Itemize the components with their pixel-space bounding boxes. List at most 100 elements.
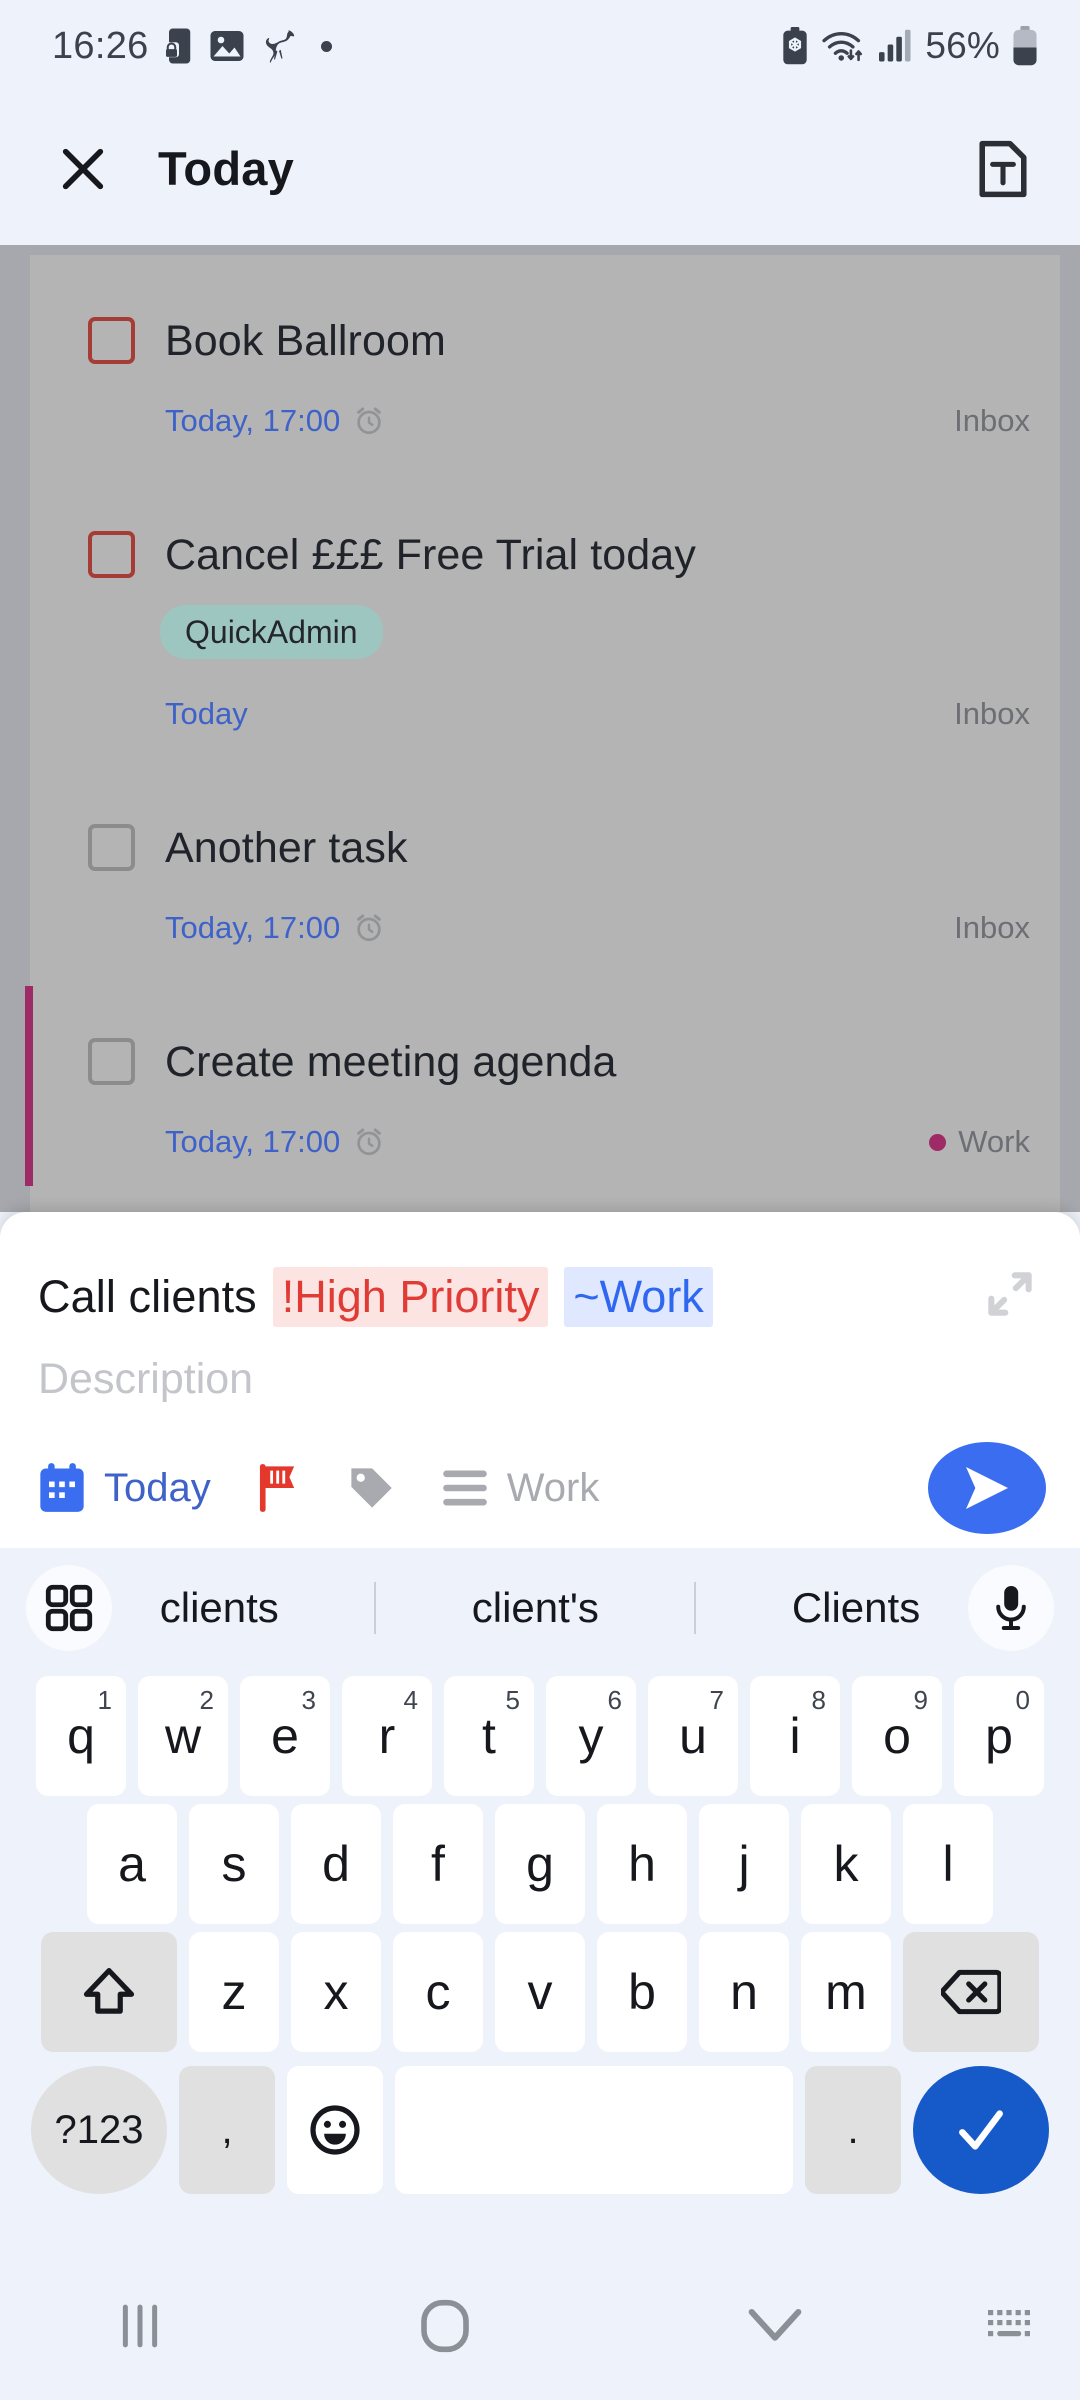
- horse-icon: [265, 30, 294, 63]
- shift-key[interactable]: [41, 1932, 177, 2052]
- key-r[interactable]: r4: [342, 1676, 432, 1796]
- due-date-button[interactable]: Today: [38, 1462, 211, 1514]
- key-a[interactable]: a: [87, 1804, 177, 1924]
- key-c[interactable]: c: [393, 1932, 483, 2052]
- task-checkbox[interactable]: [88, 1038, 135, 1085]
- task-row[interactable]: Another task Today, 17:00 Inbox: [30, 762, 1060, 976]
- shift-icon: [83, 1968, 135, 2014]
- close-button[interactable]: [48, 134, 118, 204]
- period-key[interactable]: .: [805, 2066, 901, 2194]
- status-time: 16:26: [52, 24, 149, 67]
- task-label-text: QuickAdmin: [160, 605, 383, 659]
- send-icon: [966, 1467, 1008, 1509]
- task-project-color-bar: [25, 986, 33, 1186]
- space-key[interactable]: [395, 2066, 793, 2194]
- suggestion-item[interactable]: clients: [160, 1584, 279, 1632]
- backspace-key[interactable]: [903, 1932, 1039, 2052]
- key-u[interactable]: u7: [648, 1676, 738, 1796]
- key-v[interactable]: v: [495, 1932, 585, 2052]
- quick-add-title-row[interactable]: Call clients !High Priority ~Work: [0, 1212, 1080, 1327]
- image-icon: [210, 31, 244, 61]
- hide-keyboard-button[interactable]: [610, 2306, 940, 2346]
- task-checkbox[interactable]: [88, 317, 135, 364]
- symbols-key[interactable]: ?123: [31, 2066, 167, 2194]
- home-button[interactable]: [280, 2298, 610, 2354]
- microphone-button[interactable]: [968, 1565, 1054, 1651]
- task-project-label: Inbox: [954, 910, 1030, 945]
- enter-key[interactable]: [913, 2066, 1049, 2194]
- description-input[interactable]: Description: [0, 1327, 1080, 1404]
- key-t[interactable]: t5: [444, 1676, 534, 1796]
- key-q[interactable]: q1: [36, 1676, 126, 1796]
- key-i[interactable]: i8: [750, 1676, 840, 1796]
- key-o[interactable]: o9: [852, 1676, 942, 1796]
- suggestion-divider: [694, 1582, 697, 1634]
- recents-button[interactable]: [0, 2302, 280, 2350]
- task-list-scrim: Book Ballroom Today, 17:00 Inbox Cancel …: [0, 245, 1080, 1212]
- key-y[interactable]: y6: [546, 1676, 636, 1796]
- project-token[interactable]: ~Work: [564, 1266, 713, 1327]
- comma-key[interactable]: ,: [179, 2066, 275, 2194]
- task-row[interactable]: Cancel £££ Free Trial today QuickAdmin T…: [30, 469, 1060, 762]
- flag-icon: [259, 1464, 294, 1512]
- key-number-hint: 9: [913, 1685, 928, 1715]
- hide-keyboard-icon: [748, 2308, 802, 2341]
- key-number-hint: 1: [97, 1685, 112, 1715]
- key-g[interactable]: g: [495, 1804, 585, 1924]
- key-z[interactable]: z: [189, 1932, 279, 2052]
- task-due-date: Today, 17:00: [165, 1124, 341, 1159]
- key-n[interactable]: n: [699, 1932, 789, 2052]
- quick-add-panel: Call clients !High Priority ~Work Descri…: [0, 1212, 1080, 1548]
- project-button[interactable]: Work: [441, 1465, 600, 1511]
- quick-add-input[interactable]: Call clients: [38, 1271, 257, 1323]
- task-checkbox[interactable]: [88, 531, 135, 578]
- task-title: Cancel £££ Free Trial today: [165, 531, 696, 579]
- key-h[interactable]: h: [597, 1804, 687, 1924]
- send-button[interactable]: [928, 1442, 1046, 1534]
- tag-button[interactable]: [347, 1463, 395, 1513]
- task-title: Book Ballroom: [165, 317, 446, 365]
- task-row[interactable]: Create meeting agenda Today, 17:00 Work: [25, 976, 1060, 1190]
- phone-screen: 16:26 56% Today Book Ballroom Today, 17:…: [0, 0, 1080, 2400]
- project-label: Work: [506, 1465, 600, 1510]
- expand-button[interactable]: [982, 1266, 1038, 1327]
- keyboard-menu-button[interactable]: [26, 1565, 112, 1651]
- keyboard-switch-button[interactable]: [940, 2306, 1080, 2346]
- task-label-chip[interactable]: QuickAdmin: [160, 605, 383, 659]
- battery-percent: 56%: [925, 25, 1000, 66]
- key-w[interactable]: w2: [138, 1676, 228, 1796]
- task-due-date: Today, 17:00: [165, 910, 341, 945]
- key-p[interactable]: p0: [954, 1676, 1044, 1796]
- task-project: Inbox: [954, 696, 1030, 732]
- key-l[interactable]: l: [903, 1804, 993, 1924]
- suggestion-item[interactable]: client's: [472, 1584, 599, 1632]
- key-k[interactable]: k: [801, 1804, 891, 1924]
- key-d[interactable]: d: [291, 1804, 381, 1924]
- task-meta: Today, 17:00 Work: [165, 1124, 1030, 1160]
- recents-icon: [122, 2304, 158, 2348]
- priority-token[interactable]: !High Priority: [272, 1266, 549, 1327]
- text-note-button[interactable]: [966, 132, 1040, 206]
- key-e[interactable]: e3: [240, 1676, 330, 1796]
- key-f[interactable]: f: [393, 1804, 483, 1924]
- close-icon: [62, 148, 104, 189]
- keyboard-row-2: asdfghjkl: [0, 1804, 1080, 1924]
- priority-button[interactable]: [257, 1462, 301, 1514]
- key-b[interactable]: b: [597, 1932, 687, 2052]
- task-project-label: Inbox: [954, 403, 1030, 438]
- keyboard: clients client's Clients q1w2e3r4t5y6u7i…: [0, 1548, 1080, 2248]
- task-title: Another task: [165, 824, 408, 872]
- key-x[interactable]: x: [291, 1932, 381, 2052]
- battery-icon: [1013, 26, 1037, 66]
- task-checkbox[interactable]: [88, 824, 135, 871]
- key-j[interactable]: j: [699, 1804, 789, 1924]
- task-row[interactable]: Book Ballroom Today, 17:00 Inbox: [30, 255, 1060, 469]
- emoji-key[interactable]: [287, 2066, 383, 2194]
- battery-saver-icon: [783, 27, 808, 65]
- key-m[interactable]: m: [801, 1932, 891, 2052]
- alarm-icon: [357, 914, 382, 942]
- key-s[interactable]: s: [189, 1804, 279, 1924]
- microphone-icon: [996, 1586, 1026, 1630]
- keyboard-row-1: q1w2e3r4t5y6u7i8o9p0: [0, 1676, 1080, 1796]
- suggestion-item[interactable]: Clients: [792, 1584, 920, 1632]
